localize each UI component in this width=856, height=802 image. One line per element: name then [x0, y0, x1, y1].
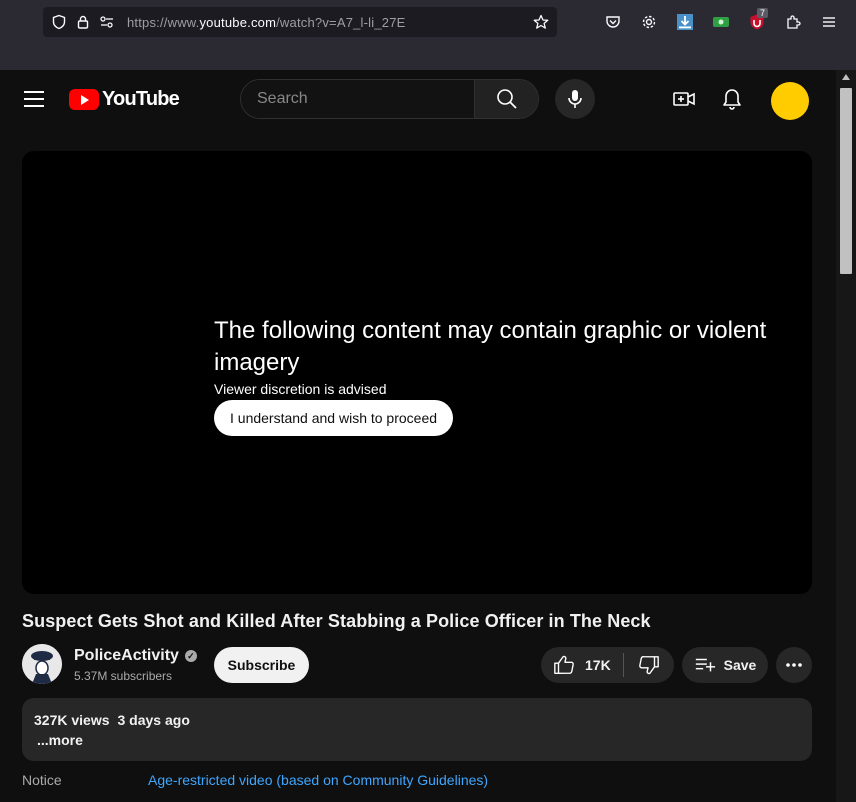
more-actions-button[interactable]: [776, 647, 812, 683]
proceed-button[interactable]: I understand and wish to proceed: [214, 400, 454, 436]
address-bar[interactable]: https://www.youtube.com/watch?v=A7_l-li_…: [43, 7, 557, 37]
like-dislike-bar: 17K: [541, 647, 674, 683]
subscribe-button[interactable]: Subscribe: [214, 647, 309, 683]
like-button[interactable]: 17K: [541, 647, 623, 683]
search-button[interactable]: [474, 80, 538, 118]
save-label: Save: [723, 657, 757, 673]
pocket-icon[interactable]: [604, 13, 622, 31]
thumbs-down-icon: [639, 656, 659, 675]
warning-subtitle: Viewer discretion is advised: [214, 381, 387, 397]
dislike-button[interactable]: [624, 647, 674, 683]
video-player: The following content may contain graphi…: [22, 151, 812, 594]
shield-icon[interactable]: [51, 14, 67, 30]
playlist-add-icon: [695, 658, 715, 672]
save-button[interactable]: Save: [682, 647, 768, 683]
view-meta: 327K views 3 days ago: [34, 712, 190, 728]
show-more-link[interactable]: ...more: [37, 732, 83, 748]
search-box: [240, 79, 539, 119]
search-icon: [496, 89, 517, 109]
content-warning: The following content may contain graphi…: [214, 315, 794, 436]
logo-wordmark: YouTube: [102, 87, 180, 110]
verified-check-icon: ✓: [184, 650, 197, 662]
download-icon[interactable]: [676, 13, 694, 31]
notifications-bell-icon[interactable]: [720, 87, 744, 111]
settings-gear-icon[interactable]: [640, 13, 658, 31]
channel-name[interactable]: PoliceActivity ✓: [74, 647, 197, 665]
extension-green-icon[interactable]: [712, 13, 730, 31]
warning-title: The following content may contain graphi…: [214, 317, 767, 376]
scroll-up-arrow-icon[interactable]: [842, 74, 850, 80]
mic-icon: [568, 90, 582, 108]
url-text[interactable]: https://www.youtube.com/watch?v=A7_l-li_…: [127, 15, 406, 30]
upload-date: 3 days ago: [117, 712, 190, 728]
play-logo-icon: [69, 88, 99, 110]
age-restriction-link[interactable]: Age-restricted video (based on Community…: [148, 772, 488, 788]
description-box[interactable]: 327K views 3 days ago ...more: [22, 698, 812, 761]
browser-toolbar: https://www.youtube.com/watch?v=A7_l-li_…: [0, 0, 856, 44]
more-horizontal-icon: [786, 663, 802, 667]
account-avatar[interactable]: [771, 82, 809, 120]
page-settings-icon[interactable]: [99, 14, 115, 30]
notice-label: Notice: [22, 772, 62, 788]
thumbs-up-icon: [554, 655, 574, 674]
extension-badge: 7: [757, 8, 769, 18]
video-title: Suspect Gets Shot and Killed After Stabb…: [22, 611, 651, 631]
page-scrollbar[interactable]: [836, 70, 856, 802]
voice-search-button[interactable]: [555, 79, 595, 119]
youtube-page: YouTube The following content may contai…: [0, 70, 836, 802]
subscriber-count: 5.37M subscribers: [74, 669, 173, 683]
browser-tab-strip: [0, 44, 856, 70]
channel-avatar[interactable]: [22, 644, 62, 684]
like-count: 17K: [585, 657, 611, 673]
lock-icon[interactable]: [75, 14, 91, 30]
menu-icon[interactable]: [820, 13, 838, 31]
youtube-logo[interactable]: YouTube: [69, 87, 180, 110]
extensions-puzzle-icon[interactable]: [784, 13, 802, 31]
create-video-icon[interactable]: [672, 87, 696, 111]
scrollbar-thumb[interactable]: [840, 88, 852, 274]
menu-icon[interactable]: [24, 91, 44, 107]
bookmark-star-icon[interactable]: [533, 14, 549, 35]
search-input[interactable]: [241, 80, 474, 118]
view-count: 327K views: [34, 712, 110, 728]
